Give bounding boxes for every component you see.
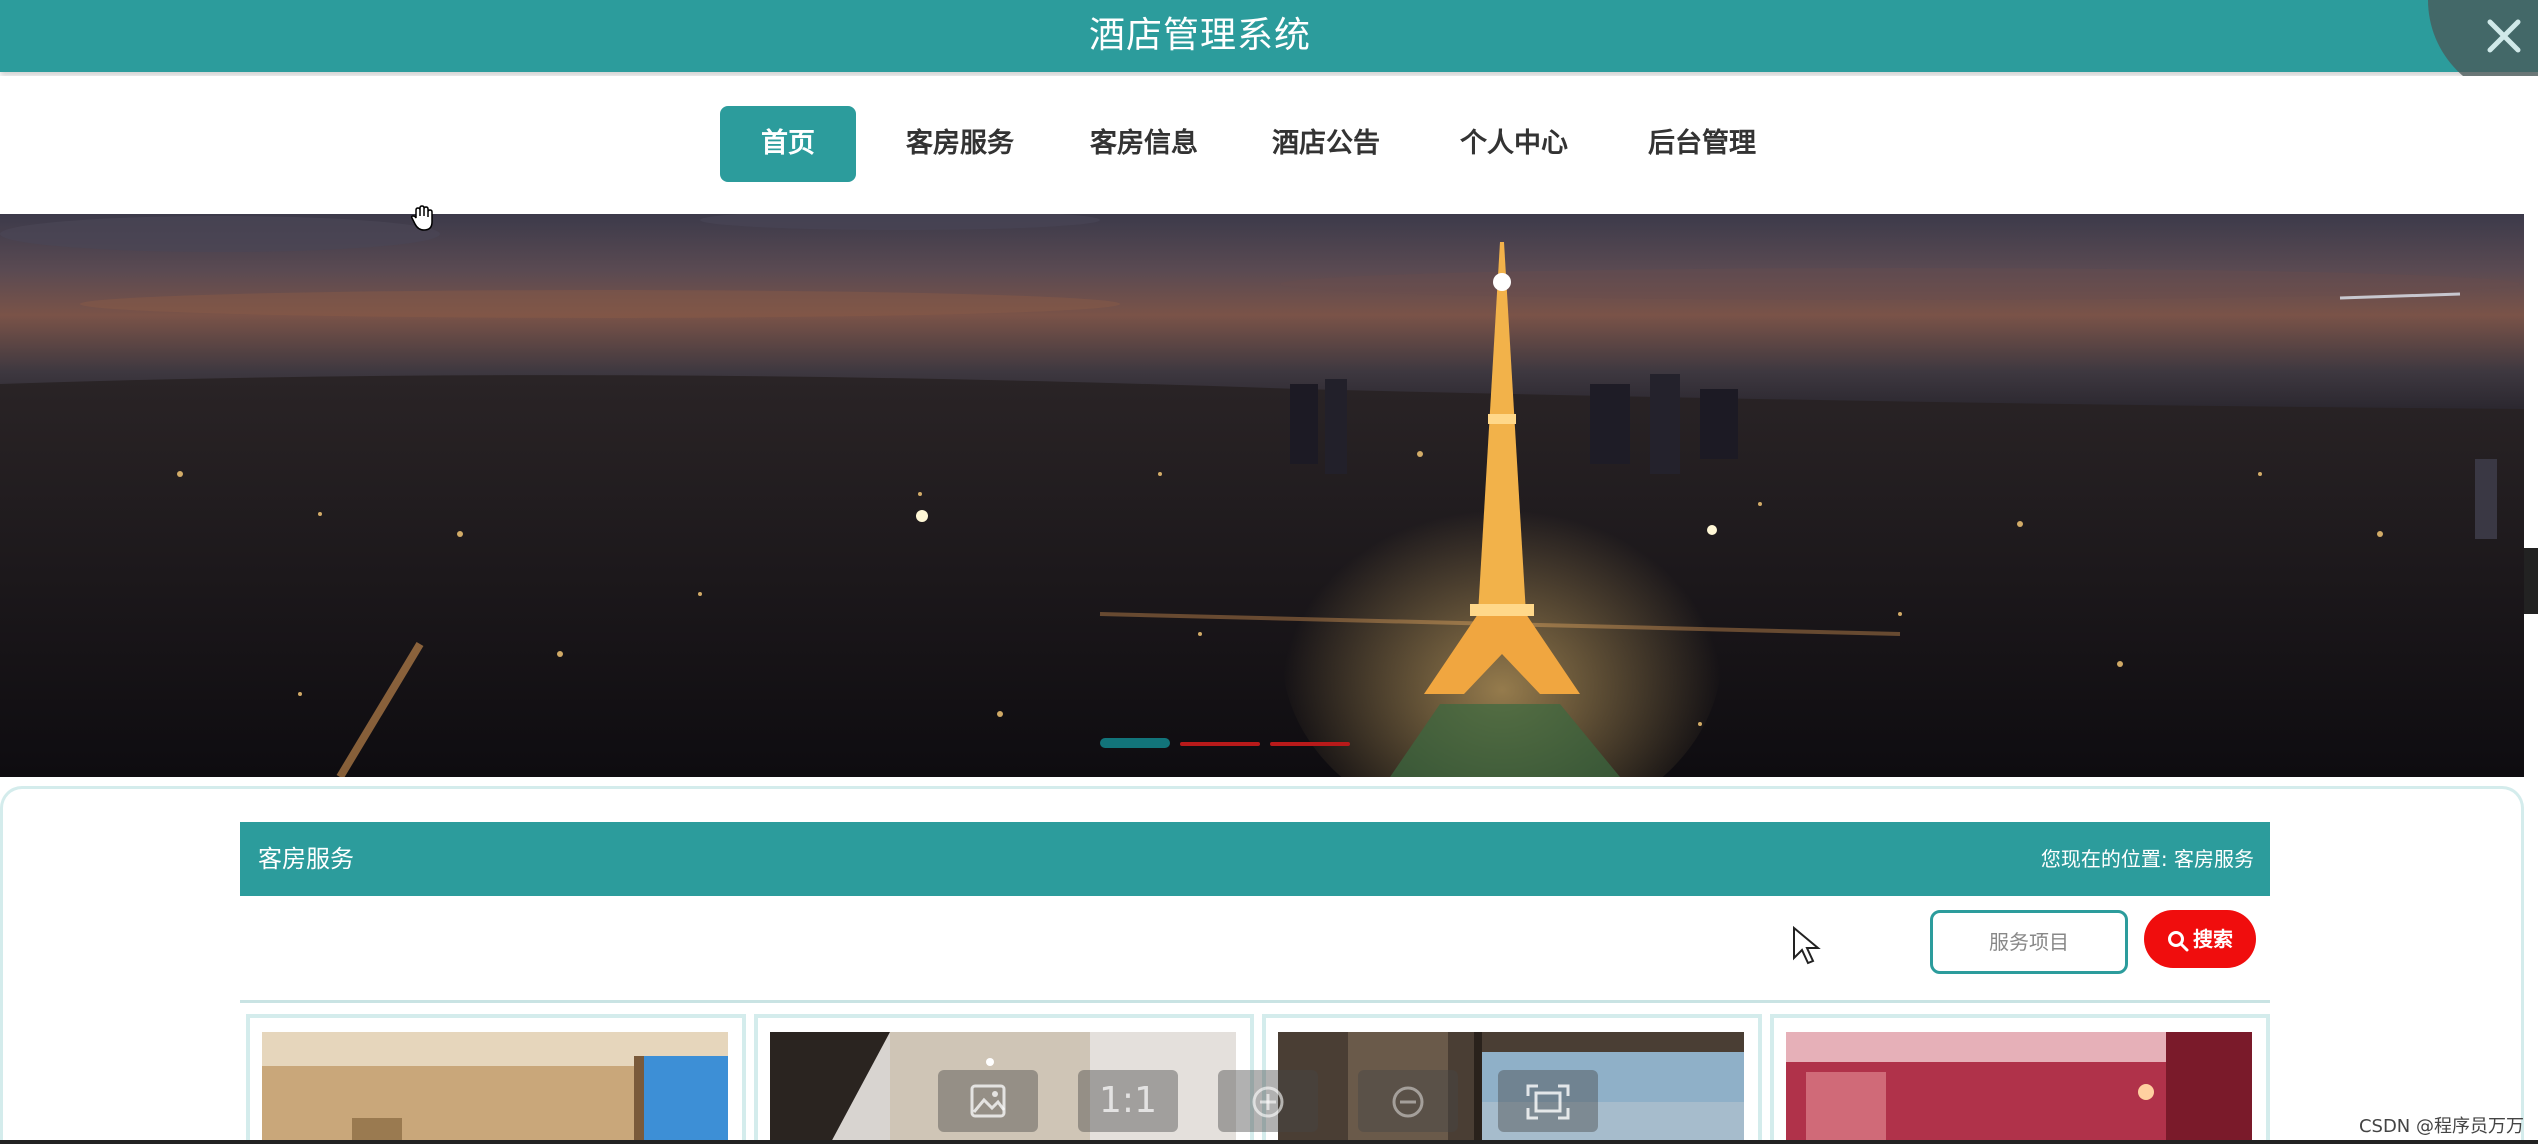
viewer-zoom-out-button[interactable] (1358, 1070, 1458, 1132)
nav-item-room-service[interactable]: 客房服务 (892, 106, 1028, 182)
arrow-cursor-icon (1793, 926, 1821, 965)
hand-cursor-icon (410, 205, 433, 231)
nav-item-profile[interactable]: 个人中心 (1446, 106, 1582, 182)
viewer-actual-size-button[interactable]: 1:1 (1078, 1070, 1178, 1132)
carousel-dot-1[interactable] (1100, 738, 1170, 748)
section-header (240, 822, 2270, 896)
image-icon (970, 1084, 1006, 1118)
viewer-image-button[interactable] (938, 1070, 1038, 1132)
fullscreen-icon (1526, 1084, 1570, 1120)
search-icon (2168, 930, 2189, 951)
carousel-dot-2[interactable] (1180, 742, 1260, 746)
room-card[interactable] (1770, 1014, 2270, 1144)
zoom-out-icon (1392, 1086, 1424, 1118)
search-button[interactable]: 搜索 (2144, 910, 2256, 968)
title-bar: 酒店管理系统 (0, 0, 2538, 72)
watermark: CSDN @程序员万万 (2358, 1116, 2524, 1137)
scrollbar-thumb[interactable] (2524, 548, 2538, 614)
hero-banner[interactable] (0, 214, 2524, 777)
room-photo (1786, 1032, 2252, 1144)
close-icon (2487, 19, 2521, 53)
room-card[interactable] (246, 1014, 746, 1144)
nav-item-admin[interactable]: 后台管理 (1634, 106, 1770, 182)
nav-item-announcements[interactable]: 酒店公告 (1258, 106, 1394, 182)
viewer-zoom-in-button[interactable] (1218, 1070, 1318, 1132)
carousel-dot-3[interactable] (1270, 742, 1350, 746)
room-photo (262, 1032, 728, 1144)
bottom-edge (0, 1140, 2538, 1144)
banner-image (0, 214, 2524, 777)
search-input[interactable]: 服务项目 (1930, 910, 2128, 974)
nav-item-home[interactable]: 首页 (720, 106, 856, 182)
divider (240, 1000, 2270, 1003)
viewer-fullscreen-button[interactable] (1498, 1070, 1598, 1132)
nav-item-room-info[interactable]: 客房信息 (1076, 106, 1212, 182)
search-button-label: 搜索 (2193, 927, 2233, 951)
section-title: 客房服务 (258, 845, 354, 873)
breadcrumb: 您现在的位置: 客房服务 (2040, 847, 2254, 871)
zoom-in-icon (1252, 1086, 1284, 1118)
page-title: 酒店管理系统 (1088, 15, 1311, 56)
